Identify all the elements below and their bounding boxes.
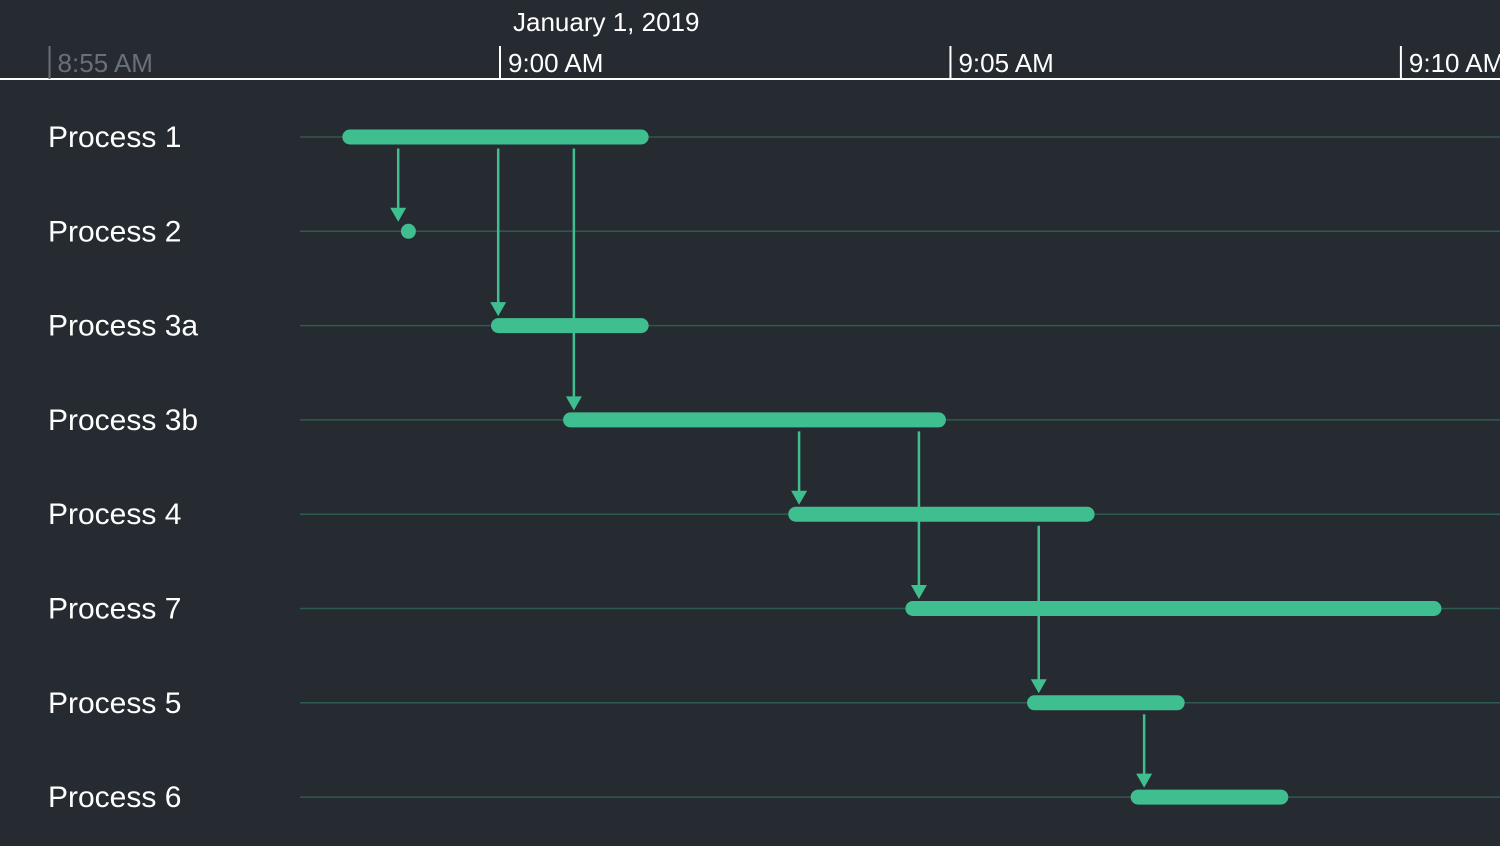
task-bar [342,129,649,145]
dependency-arrowhead [1030,679,1047,694]
dependency-arrowhead [390,207,407,222]
axis-tick-label: 8:55 AM [58,48,153,78]
task-label: Process 4 [48,498,181,531]
task-bar [400,223,416,239]
task-bar [563,412,946,428]
date-label: January 1, 2019 [513,7,699,37]
task-label: Process 3b [48,404,198,437]
task-label: Process 6 [48,781,181,814]
time-axis: 8:55 AM 9:00 AM 9:05 AM 9:10 AM [0,46,1500,80]
task-bar [1130,789,1289,805]
dependency-arrows [390,148,1153,788]
task-label: Process 7 [48,593,181,626]
dependency-arrowhead [565,396,582,411]
task-label: Process 5 [48,687,181,720]
axis-tick-label: 9:00 AM [508,48,603,78]
task-label: Process 1 [48,121,181,154]
gantt-chart: January 1, 2019 8:55 AM 9:00 AM 9:05 AM 9:1… [0,0,1500,846]
task-label: Process 3a [48,310,198,343]
dependency-arrowhead [1136,773,1153,788]
task-bar [905,601,1442,616]
task-rows: Process 1 Process 2 Process 3a Process 3b Pr… [48,121,1500,814]
dependency-arrowhead [791,490,808,505]
gantt-svg: January 1, 2019 8:55 AM 9:00 AM 9:05 AM 9:1… [0,7,1500,814]
dependency-arrowhead [910,585,927,599]
task-label: Process 2 [48,215,181,248]
task-bar [490,318,649,334]
task-bar [788,506,1095,522]
axis-tick-label: 9:10 AM [1409,48,1500,78]
axis-tick-label: 9:05 AM [958,48,1053,78]
task-bar [1027,695,1185,711]
dependency-arrowhead [490,302,507,317]
